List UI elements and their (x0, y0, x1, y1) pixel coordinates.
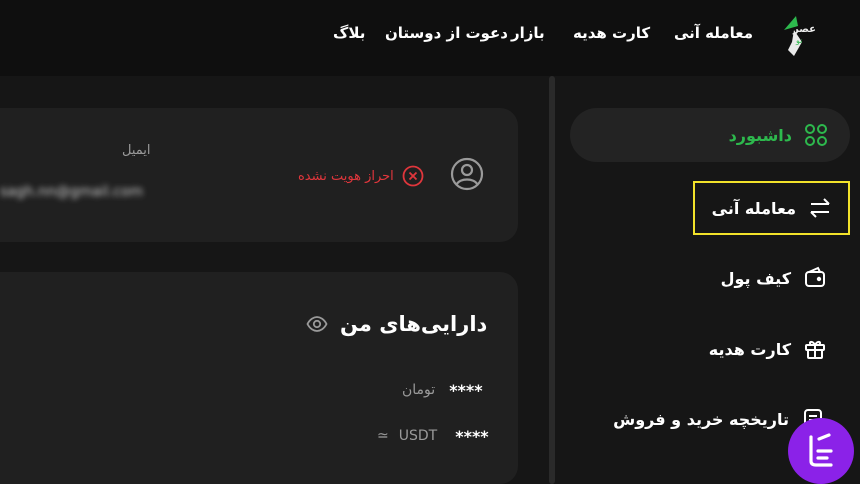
logo-icon[interactable] (780, 12, 824, 58)
sidebar-item-gift-card[interactable]: کارت هدیه (709, 335, 827, 363)
nav-gift-card[interactable]: کارت هدیه (573, 24, 650, 46)
top-navbar: عصر نو معامله آنی کارت هدیه بازار دعوت ا… (0, 0, 860, 76)
gift-icon (805, 341, 825, 359)
approx-symbol: ≃ (377, 428, 389, 444)
swap-arrows-icon (810, 198, 830, 218)
nav-instant-trade[interactable]: معامله آنی (674, 24, 753, 46)
sidebar-item-instant-trade[interactable]: معامله آنی (712, 194, 832, 222)
assets-card (0, 272, 518, 484)
nav-blog[interactable]: بلاگ (333, 24, 365, 46)
assets-title: دارایی‌های من (340, 312, 488, 336)
logo-subtext: نو (796, 36, 803, 45)
sidebar-scrollbar[interactable] (549, 76, 555, 484)
sidebar-item-label: داشبورد (728, 125, 792, 145)
sidebar-item-wallet[interactable]: کیف پول (721, 264, 827, 292)
verification-status-text: احراز هویت نشده (298, 168, 394, 184)
toman-balance-masked: **** (449, 380, 483, 400)
sidebar-item-label: معامله آنی (711, 198, 796, 218)
nav-invite-friends[interactable]: دعوت از دوستان (385, 24, 508, 46)
watermark-icon (809, 433, 833, 467)
email-label: ایمیل (122, 143, 151, 158)
sidebar-item-label: کارت هدیه (708, 339, 791, 359)
close-circle-icon (402, 165, 424, 187)
verification-status[interactable]: احراز هویت نشده (298, 164, 424, 188)
toman-balance-row: تومان **** (402, 379, 483, 401)
wallet-icon (805, 266, 825, 287)
profile-card (0, 108, 518, 242)
eye-icon[interactable] (306, 313, 328, 335)
sidebar-item-label: تاریخچه خرید و فروش (613, 409, 789, 429)
usdt-balance-row: ≃ USDT **** (377, 425, 489, 447)
usdt-balance-masked: **** (455, 426, 489, 446)
toman-unit: تومان (402, 382, 436, 398)
assets-header: دارایی‌های من (306, 309, 487, 339)
watermark-logo (788, 418, 854, 484)
sidebar-item-label: کیف پول (720, 268, 791, 288)
grid-icon (805, 124, 827, 146)
sidebar-item-dashboard[interactable]: داشبورد (570, 108, 850, 162)
logo-text: عصر (793, 24, 816, 35)
nav-market[interactable]: بازار (511, 24, 545, 46)
email-value: sagh.nn@gmail.com (0, 184, 144, 200)
sidebar-item-history[interactable]: تاریخچه خرید و فروش (613, 405, 825, 433)
usdt-unit: USDT (398, 428, 438, 444)
user-avatar-icon (450, 157, 484, 191)
